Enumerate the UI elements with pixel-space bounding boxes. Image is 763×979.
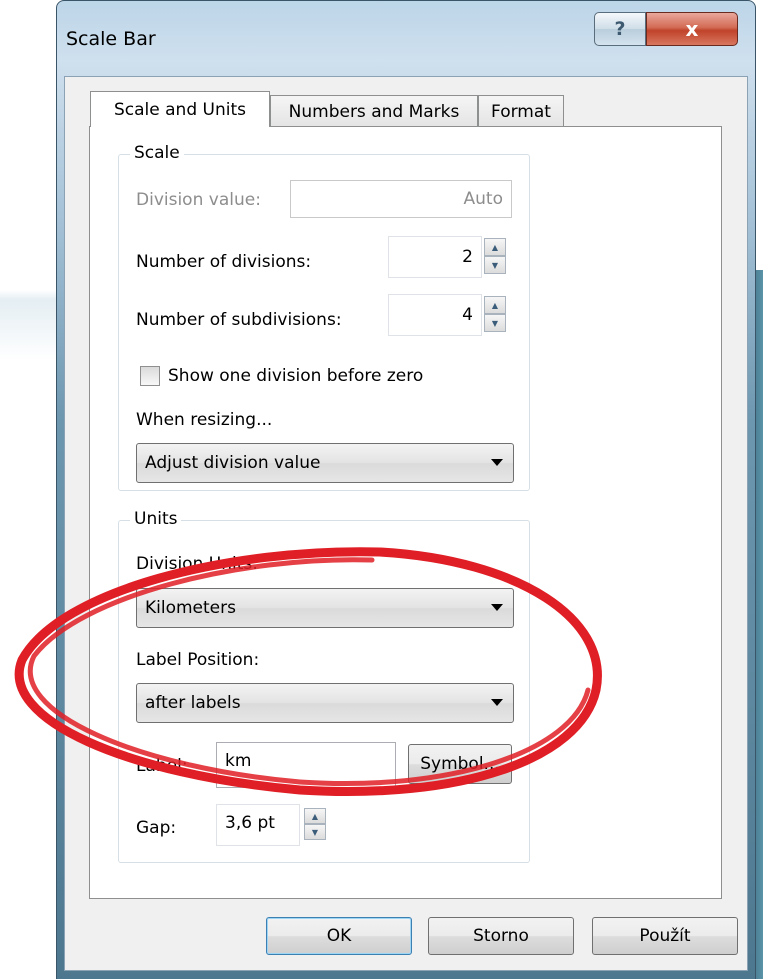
scale-group-title: Scale: [130, 143, 184, 163]
division-value-label: Division value:: [136, 190, 261, 210]
num-subdivisions-input[interactable]: 4: [388, 294, 482, 336]
gap-spinner[interactable]: ▲ ▼: [304, 808, 326, 840]
division-value-input: Auto: [290, 180, 512, 218]
units-group-title: Units: [130, 509, 182, 529]
show-before-zero-label: Show one division before zero: [168, 366, 424, 386]
chevron-down-icon: [491, 604, 503, 611]
tab-numbers-and-marks[interactable]: Numbers and Marks: [270, 95, 478, 127]
chevron-down-icon: [491, 699, 503, 706]
label-text-input[interactable]: km: [216, 742, 396, 788]
close-button[interactable]: x: [646, 12, 738, 46]
spin-down-icon[interactable]: ▼: [304, 824, 326, 840]
chevron-down-icon: [491, 459, 503, 466]
tab-label: Scale and Units: [114, 99, 246, 120]
gap-input[interactable]: 3,6 pt: [216, 804, 300, 846]
spin-down-icon[interactable]: ▼: [484, 256, 506, 274]
help-button[interactable]: ?: [594, 12, 646, 46]
num-subdivisions-label: Number of subdivisions:: [136, 310, 342, 330]
spin-up-icon[interactable]: ▲: [304, 808, 326, 824]
help-icon: ?: [614, 18, 626, 40]
close-icon: x: [685, 17, 699, 41]
label-text-label: Label:: [136, 756, 188, 776]
division-units-dropdown[interactable]: Kilometers: [136, 588, 514, 628]
ok-button[interactable]: OK: [266, 917, 412, 955]
spin-down-icon[interactable]: ▼: [484, 314, 506, 332]
label-position-dropdown[interactable]: after labels: [136, 683, 514, 723]
num-divisions-input[interactable]: 2: [388, 236, 482, 278]
division-units-label: Division Units:: [136, 554, 258, 574]
background-left: [0, 0, 60, 979]
tab-label: Format: [491, 101, 551, 122]
tab-label: Numbers and Marks: [288, 101, 460, 122]
label-position-label: Label Position:: [136, 650, 260, 670]
when-resizing-label: When resizing...: [136, 410, 273, 430]
symbol-button[interactable]: Symbol...: [408, 744, 512, 784]
tab-scale-and-units[interactable]: Scale and Units: [90, 91, 270, 127]
spin-up-icon[interactable]: ▲: [484, 296, 506, 314]
num-subdivisions-spinner[interactable]: ▲ ▼: [484, 296, 506, 332]
num-divisions-spinner[interactable]: ▲ ▼: [484, 238, 506, 274]
tab-format[interactable]: Format: [478, 95, 564, 127]
show-before-zero-checkbox[interactable]: [140, 366, 160, 386]
cancel-button[interactable]: Storno: [428, 917, 574, 955]
when-resizing-dropdown[interactable]: Adjust division value: [136, 443, 514, 483]
num-divisions-label: Number of divisions:: [136, 252, 312, 272]
apply-button[interactable]: Použít: [592, 917, 738, 955]
window-title: Scale Bar: [66, 28, 156, 50]
gap-label: Gap:: [136, 818, 177, 838]
spin-up-icon[interactable]: ▲: [484, 238, 506, 256]
